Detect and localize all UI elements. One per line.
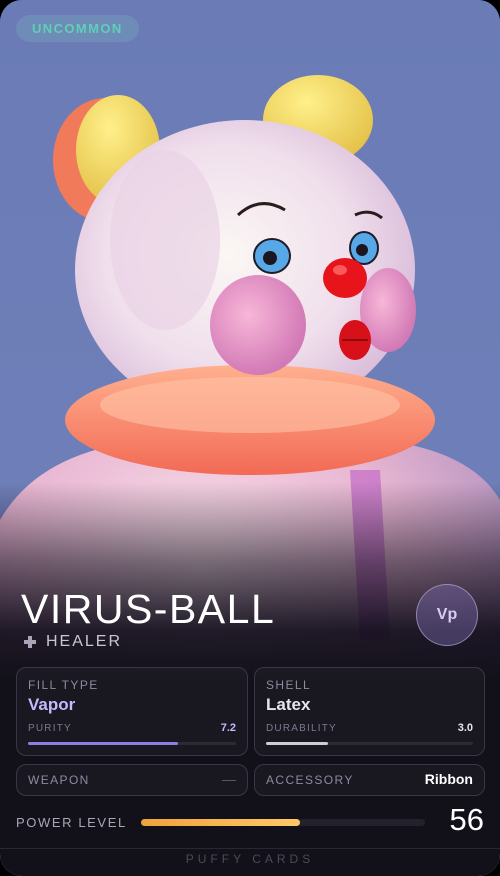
- accessory-value: Ribbon: [424, 771, 473, 787]
- power-level-label: POWER LEVEL: [16, 815, 127, 830]
- shell-panel: SHELL Latex DURABILITY 3.0: [254, 667, 485, 756]
- durability-bar-fill: [266, 742, 329, 745]
- power-level-bar-fill: [141, 819, 301, 826]
- durability-value: 3.0: [457, 722, 473, 734]
- weapon-value: —: [222, 771, 236, 787]
- element-badge[interactable]: Vp: [416, 584, 478, 646]
- shell-label: SHELL: [266, 678, 312, 692]
- plus-icon: [24, 636, 36, 648]
- purity-value: 7.2: [220, 722, 236, 734]
- accessory-slot[interactable]: ACCESSORY Ribbon: [254, 764, 485, 796]
- weapon-label: WEAPON: [28, 773, 90, 787]
- power-level-bar: [141, 819, 425, 826]
- durability-label: DURABILITY: [266, 723, 337, 734]
- character-card[interactable]: UNCOMMON VIRUS-BALL HEALER Vp FILL TYPE …: [0, 0, 500, 876]
- fill-type-label: FILL TYPE: [28, 678, 99, 692]
- fill-type-panel: FILL TYPE Vapor PURITY 7.2: [16, 667, 248, 756]
- brand-footer: PUFFY CARDS: [185, 852, 315, 866]
- shell-value: Latex: [266, 695, 311, 714]
- power-level-value: 56: [449, 802, 484, 837]
- purity-label: PURITY: [28, 723, 72, 734]
- rarity-badge: UNCOMMON: [16, 15, 139, 42]
- weapon-slot[interactable]: WEAPON —: [16, 764, 248, 796]
- durability-bar: [266, 742, 473, 745]
- footer-divider: [0, 848, 500, 849]
- fill-type-value: Vapor: [28, 695, 76, 714]
- accessory-label: ACCESSORY: [266, 773, 354, 787]
- purity-bar-fill: [28, 742, 178, 745]
- role-label: HEALER: [46, 633, 123, 650]
- purity-bar: [28, 742, 236, 745]
- character-role: HEALER: [24, 632, 122, 652]
- character-name: VIRUS-BALL: [21, 586, 276, 632]
